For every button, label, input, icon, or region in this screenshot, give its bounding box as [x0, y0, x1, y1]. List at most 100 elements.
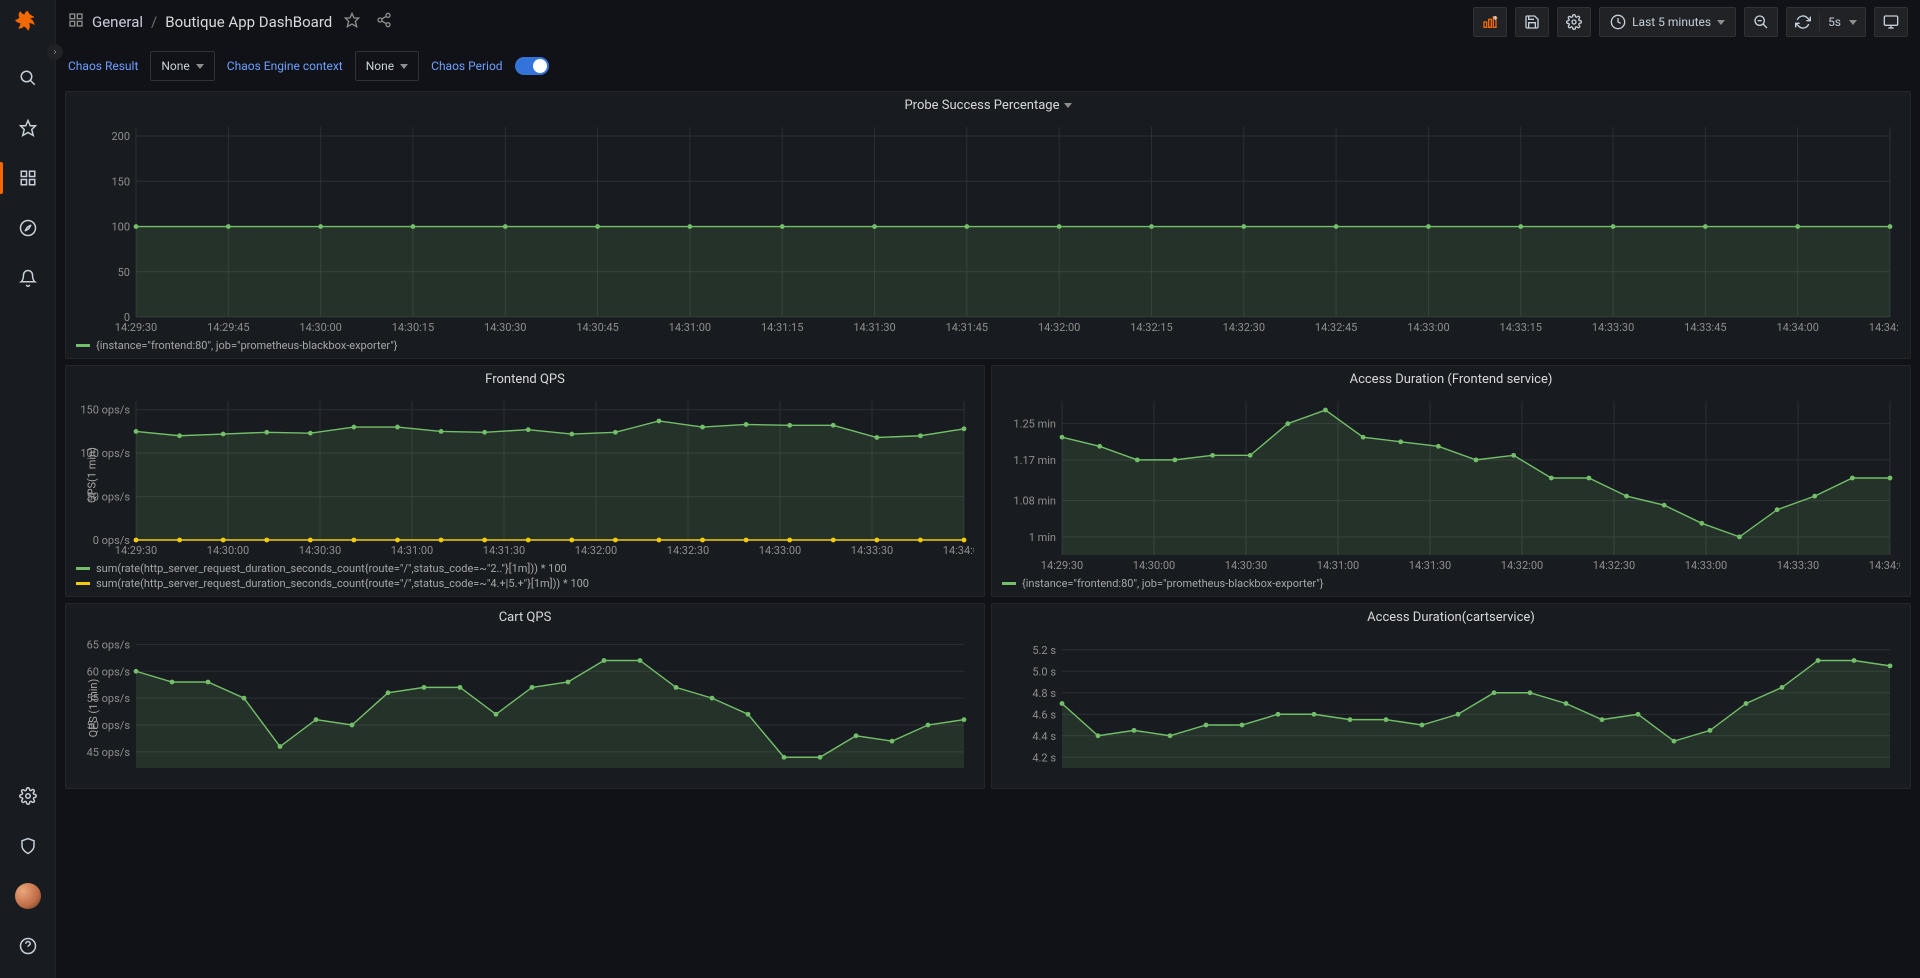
svg-text:100: 100	[111, 221, 130, 234]
add-panel-button[interactable]	[1473, 7, 1507, 37]
legend-item[interactable]: sum(rate(http_server_request_duration_se…	[76, 577, 974, 590]
chevron-down-icon	[196, 64, 204, 69]
star-icon[interactable]	[340, 12, 364, 32]
nav-dashboards[interactable]	[12, 162, 44, 194]
time-range-picker[interactable]: Last 5 minutes	[1599, 7, 1736, 37]
var-chaos-result-label[interactable]: Chaos Result	[68, 59, 138, 73]
svg-text:14:29:30: 14:29:30	[115, 321, 157, 334]
panel-cart-qps[interactable]: Cart QPS QPS (1 min) 45 ops/s50 ops/s55 …	[65, 603, 985, 789]
svg-text:14:30:45: 14:30:45	[576, 321, 618, 334]
breadcrumb-folder[interactable]: General	[92, 13, 143, 31]
svg-text:14:32:00: 14:32:00	[1501, 559, 1543, 572]
svg-text:1.25 min: 1.25 min	[1013, 418, 1056, 431]
var-chaos-engine-select[interactable]: None	[355, 51, 419, 81]
page-title[interactable]: Boutique App DashBoard	[165, 13, 332, 31]
svg-text:14:33:15: 14:33:15	[1500, 321, 1542, 334]
chevron-down-icon	[1717, 20, 1725, 25]
var-chaos-result-select[interactable]: None	[150, 51, 214, 81]
svg-text:14:32:15: 14:32:15	[1130, 321, 1172, 334]
svg-text:14:33:45: 14:33:45	[1684, 321, 1726, 334]
svg-text:14:30:15: 14:30:15	[392, 321, 434, 334]
panel-title-text: Access Duration (Frontend service)	[1350, 372, 1553, 387]
panels-grid: Probe Success Percentage 05010015020014:…	[56, 88, 1920, 978]
zoom-out-button[interactable]	[1744, 7, 1778, 37]
svg-text:1.17 min: 1.17 min	[1013, 454, 1056, 467]
y-axis-label: QPS(1 min)	[85, 447, 98, 503]
grafana-logo[interactable]	[14, 8, 42, 36]
main-content: General / Boutique App DashBoard	[56, 0, 1920, 978]
y-axis-label: QPS (1 min)	[87, 678, 100, 737]
nav-search[interactable]	[12, 62, 44, 94]
svg-text:14:32:00: 14:32:00	[575, 544, 617, 557]
svg-text:14:30:00: 14:30:00	[1133, 559, 1175, 572]
svg-text:4.4 s: 4.4 s	[1032, 730, 1056, 743]
share-icon[interactable]	[372, 12, 396, 32]
svg-text:65 ops/s: 65 ops/s	[87, 638, 131, 651]
refresh-button[interactable]: 5s	[1786, 7, 1866, 37]
panel-frontend-qps[interactable]: Frontend QPS QPS(1 min) 0 ops/s50 ops/s1…	[65, 365, 985, 597]
chart-access-cart[interactable]: 4.2 s4.4 s4.6 s4.8 s5.0 s5.2 s	[992, 627, 1910, 788]
chart-cart-qps[interactable]: QPS (1 min) 45 ops/s50 ops/s55 ops/s60 o…	[66, 627, 984, 788]
svg-text:200: 200	[111, 130, 130, 143]
save-button[interactable]	[1515, 7, 1549, 37]
svg-text:14:33:30: 14:33:30	[1777, 559, 1819, 572]
svg-text:14:32:30: 14:32:30	[1593, 559, 1635, 572]
legend-item[interactable]: {instance="frontend:80", job="prometheus…	[76, 339, 1900, 352]
svg-text:14:30:30: 14:30:30	[1225, 559, 1267, 572]
panel-title-text: Access Duration(cartservice)	[1367, 610, 1535, 625]
nav-help[interactable]	[12, 930, 44, 962]
svg-text:14:30:30: 14:30:30	[484, 321, 526, 334]
svg-text:14:31:30: 14:31:30	[483, 544, 525, 557]
refresh-interval-label: 5s	[1828, 15, 1841, 29]
svg-text:14:33:30: 14:33:30	[851, 544, 893, 557]
variable-bar: Chaos Result None Chaos Engine context N…	[56, 44, 1920, 88]
svg-text:14:32:45: 14:32:45	[1315, 321, 1357, 334]
time-range-label: Last 5 minutes	[1632, 15, 1711, 29]
view-mode-button[interactable]	[1874, 7, 1908, 37]
svg-text:1 min: 1 min	[1029, 531, 1056, 544]
nav-starred[interactable]	[12, 112, 44, 144]
var-chaos-period-label[interactable]: Chaos Period	[431, 59, 502, 73]
svg-text:45 ops/s: 45 ops/s	[87, 746, 131, 759]
svg-text:14:29:45: 14:29:45	[207, 321, 249, 334]
nav-config[interactable]	[12, 780, 44, 812]
breadcrumb: General / Boutique App DashBoard	[68, 12, 396, 32]
nav-profile[interactable]	[12, 880, 44, 912]
panel-probe-success[interactable]: Probe Success Percentage 05010015020014:…	[65, 91, 1911, 359]
var-chaos-engine-label[interactable]: Chaos Engine context	[227, 59, 343, 73]
sidebar: ›	[0, 0, 56, 978]
svg-text:14:34:00: 14:34:00	[943, 544, 974, 557]
chart-probe[interactable]: 05010015020014:29:3014:29:4514:30:0014:3…	[66, 115, 1910, 337]
svg-text:14:32:30: 14:32:30	[1223, 321, 1265, 334]
svg-text:14:30:30: 14:30:30	[299, 544, 341, 557]
svg-text:14:34:15: 14:34:15	[1869, 321, 1900, 334]
svg-text:4.8 s: 4.8 s	[1032, 687, 1056, 700]
svg-text:5.2 s: 5.2 s	[1032, 644, 1056, 657]
svg-text:4.2 s: 4.2 s	[1032, 751, 1056, 764]
nav-alerting[interactable]	[12, 262, 44, 294]
svg-text:14:31:45: 14:31:45	[946, 321, 988, 334]
panel-access-duration-frontend[interactable]: Access Duration (Frontend service) 1 min…	[991, 365, 1911, 597]
nav-explore[interactable]	[12, 212, 44, 244]
svg-text:14:30:00: 14:30:00	[299, 321, 341, 334]
svg-text:14:31:00: 14:31:00	[1317, 559, 1359, 572]
chevron-down-icon	[1849, 20, 1857, 25]
legend-item[interactable]: {instance="frontend:80", job="prometheus…	[1002, 577, 1900, 590]
topbar: General / Boutique App DashBoard	[56, 0, 1920, 44]
chart-access-frontend[interactable]: 1 min1.08 min1.17 min1.25 min14:29:3014:…	[992, 389, 1910, 575]
settings-button[interactable]	[1557, 7, 1591, 37]
svg-text:150: 150	[111, 175, 130, 188]
nav-admin[interactable]	[12, 830, 44, 862]
panel-access-duration-cart[interactable]: Access Duration(cartservice) 4.2 s 4.4 s 4…	[991, 603, 1911, 789]
svg-text:14:34:00: 14:34:00	[1776, 321, 1818, 334]
chevron-down-icon	[400, 64, 408, 69]
svg-text:14:33:00: 14:33:00	[1685, 559, 1727, 572]
legend-item[interactable]: sum(rate(http_server_request_duration_se…	[76, 562, 974, 575]
chart-frontend-qps[interactable]: QPS(1 min) 0 ops/s50 ops/s100 ops/s150 o…	[66, 389, 984, 560]
var-chaos-period-toggle[interactable]	[515, 57, 549, 75]
sidebar-expand-toggle[interactable]: ›	[47, 44, 63, 60]
chevron-down-icon[interactable]	[1064, 103, 1072, 108]
panel-title-text: Frontend QPS	[485, 372, 565, 387]
svg-text:60 ops/s: 60 ops/s	[87, 665, 131, 678]
avatar	[15, 883, 41, 909]
